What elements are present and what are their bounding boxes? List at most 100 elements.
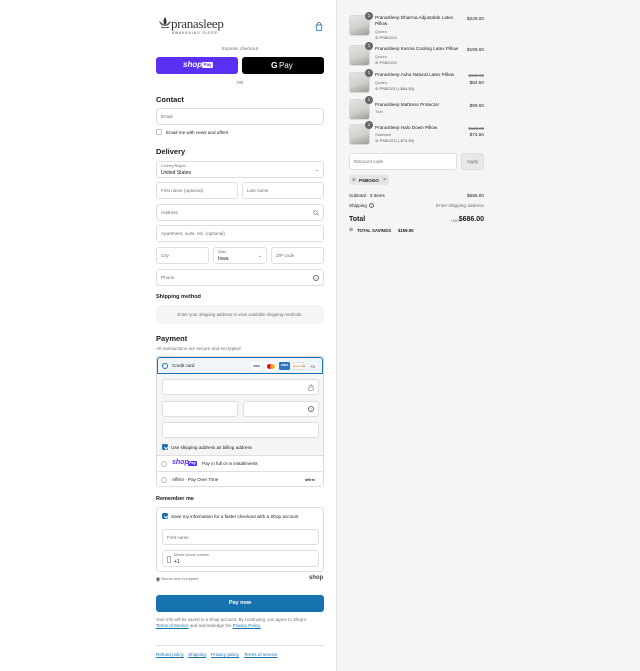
name-on-card-field[interactable] (162, 422, 319, 438)
shop-first-name-field[interactable]: First name (162, 529, 319, 545)
footer-divider (156, 645, 324, 646)
shipping-value: Enter shipping address (436, 203, 484, 208)
shop-pay-radio[interactable] (161, 461, 167, 467)
help-icon[interactable]: ? (308, 406, 314, 412)
footer-shipping[interactable]: Shipping (188, 652, 206, 657)
or-divider: OR (236, 80, 244, 85)
discount-code-field[interactable]: Discount code (349, 153, 457, 170)
savings-tag-icon: ⊘ (349, 227, 354, 233)
shopping-bag-icon[interactable] (315, 22, 323, 31)
billing-address-checkbox[interactable] (162, 444, 168, 450)
total-savings-label: TOTAL SAVINGS (357, 228, 392, 233)
phone-field[interactable]: Phone ? (156, 269, 324, 286)
shop-pay-button[interactable]: shop Pay (156, 57, 238, 74)
credit-card-option[interactable]: Credit card VISA AMEX DISCOVER +3 (157, 357, 323, 374)
quantity-badge: 1 (365, 69, 373, 77)
compare-at-price: $149.00 (468, 126, 484, 131)
credit-card-radio[interactable] (162, 363, 168, 369)
last-name-placeholder: Last name (247, 188, 269, 193)
total-label: Total (349, 216, 366, 223)
google-pay-button[interactable]: G Pay (242, 57, 324, 74)
product-name: PranaSleep Halo Down Pillow (375, 125, 438, 130)
lock-icon (308, 384, 314, 391)
email-field[interactable]: Email (156, 108, 324, 125)
country-select[interactable]: Country/Region United States ⌄ (156, 161, 324, 178)
card-form: ? (157, 374, 323, 442)
state-value: Iowa (218, 256, 229, 262)
legal-text-1: Your info will be saved to a Shop accoun… (156, 617, 307, 622)
help-icon[interactable]: ? (313, 274, 319, 281)
product-thumbnail: 1 (349, 121, 373, 145)
shipping-method-placeholder: Enter your shipping address to view avai… (156, 305, 324, 324)
product-price: $229.00 (467, 16, 484, 21)
expiry-field[interactable] (162, 401, 238, 417)
apartment-field[interactable]: Apartment, suite, etc. (optional) (156, 225, 324, 242)
product-variant: Twin (375, 109, 384, 114)
last-name-field[interactable]: Last name (242, 182, 324, 199)
brand-logo[interactable]: pranasleep AWAKENING SLEEP (157, 15, 239, 37)
remove-discount-icon[interactable]: × (383, 177, 386, 183)
legal-text-2: and acknowledge the (189, 623, 232, 628)
privacy-policy-link[interactable]: Privacy Policy. (233, 623, 261, 628)
tag-icon: ⊘ (375, 60, 379, 65)
pay-now-button[interactable]: Pay now (156, 595, 324, 612)
amex-icon: AMEX (279, 362, 290, 370)
phone-placeholder: Phone (161, 275, 175, 280)
order-summary (336, 0, 640, 671)
state-select[interactable]: State Iowa ⌄ (213, 247, 267, 264)
zip-field[interactable]: ZIP code (271, 247, 324, 264)
footer-terms-of-service[interactable]: Terms of service (244, 652, 277, 657)
shield-icon (156, 577, 160, 582)
credit-card-label: Credit card (172, 363, 195, 368)
shop-logo: shop (309, 575, 324, 581)
quantity-badge: 1 (365, 12, 373, 20)
product-thumbnail: 1 (349, 12, 373, 36)
applied-discount-code: PSBOGO (359, 177, 379, 183)
first-name-placeholder: First name (optional) (161, 188, 204, 193)
secure-label: Secure and encrypted (161, 577, 199, 581)
email-placeholder: Email (161, 114, 173, 119)
affirm-option[interactable]: Affirm - Pay Over Time affirm (157, 471, 323, 486)
google-g-icon: G (271, 60, 278, 70)
discount-code-placeholder: Discount code (354, 159, 384, 164)
first-name-field[interactable]: First name (optional) (156, 182, 238, 199)
product-name: PranaSleep Karma Cooling Latex Pillow (375, 46, 459, 51)
footer-privacy-policy[interactable]: Privacy policy (211, 652, 239, 657)
country-label: Country/Region (161, 164, 186, 168)
terms-of-service-link[interactable]: Terms of Service (156, 623, 189, 628)
mobile-phone-field[interactable]: Mobile phone number +1 (162, 550, 319, 567)
product-name: PranaSleep Mattress Protector (375, 102, 440, 107)
product-price: $74.50 (469, 132, 484, 137)
state-label: State (218, 250, 227, 254)
shop-pay-option[interactable]: shop Pay Pay in full or in installments (157, 455, 323, 471)
discount-tag: ⊘ PSBOGO (-$74.50) (375, 138, 414, 143)
remember-me-box: Save my information for a faster checkou… (156, 507, 324, 572)
discount-tag: ⊘ PSBOGO (-$84.50) (375, 86, 414, 91)
newsletter-checkbox[interactable] (156, 129, 162, 135)
help-icon[interactable]: ? (369, 203, 374, 208)
save-info-checkbox[interactable] (162, 513, 168, 519)
affirm-option-label: Affirm - Pay Over Time (172, 477, 219, 482)
payment-subtitle: All transactions are secure and encrypte… (156, 346, 242, 351)
shop-pay-option-label: Pay in full or in installments (202, 461, 258, 466)
product-price: $84.50 (469, 80, 484, 85)
tag-icon: ⊘ (375, 138, 379, 143)
affirm-radio[interactable] (161, 477, 167, 483)
pay-now-label: Pay now (228, 600, 252, 606)
address-field[interactable]: Address (156, 204, 324, 221)
apply-discount-label: Apply (466, 159, 479, 164)
apply-discount-button[interactable]: Apply (461, 153, 484, 170)
product-name: PranaSleep Asha Natural Latex Pillow (375, 72, 454, 77)
apartment-placeholder: Apartment, suite, etc. (optional) (161, 231, 225, 236)
shop-pay-logo: shop (183, 60, 203, 69)
city-field[interactable]: City (156, 247, 209, 264)
shop-first-name-placeholder: First name (167, 535, 189, 540)
compare-at-price: $169.00 (468, 73, 484, 78)
card-number-field[interactable] (162, 379, 319, 395)
visa-icon: VISA (251, 362, 262, 370)
product-price: $99.00 (469, 103, 484, 108)
footer-refund-policy[interactable]: Refund policy (156, 652, 184, 657)
security-code-field[interactable]: ? (243, 401, 319, 417)
shop-pay-option-logo: shop (172, 459, 189, 466)
google-pay-label: Pay (279, 60, 293, 70)
